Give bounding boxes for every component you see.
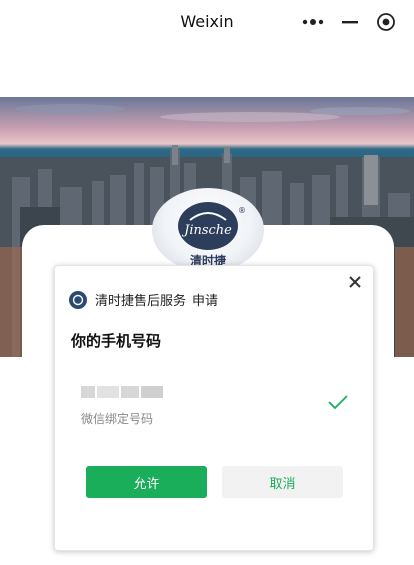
app-logo-icon (69, 290, 87, 309)
brand-logo: Jinsche ® 清时捷 (152, 188, 264, 272)
phone-option[interactable]: 微信绑定号码 (81, 384, 351, 428)
minimize-icon[interactable] (337, 10, 363, 34)
app-name: 清时捷售后服务 (95, 294, 187, 309)
cancel-button[interactable]: 取消 (222, 466, 343, 498)
phone-description: 微信绑定号码 (81, 412, 154, 426)
allow-button[interactable]: 允许 (86, 466, 207, 498)
masked-phone-number (81, 384, 165, 400)
logo-latin-text: Jinsche (181, 223, 232, 238)
checkmark-icon (328, 395, 348, 410)
app-info-row: 清时捷售后服务 申请 (69, 290, 218, 309)
more-icon[interactable] (300, 10, 326, 34)
jinsche-logo-mark: Jinsche (178, 202, 238, 250)
dialog-close-icon[interactable] (345, 272, 365, 292)
app-action-text: 申请 (192, 294, 219, 309)
close-circle-icon[interactable] (373, 10, 399, 34)
title-bar: Weixin (0, 0, 414, 44)
phone-permission-dialog: 清时捷售后服务 申请 你的手机号码 微信绑定号码 允许 取消 (54, 265, 374, 551)
dialog-heading: 你的手机号码 (71, 332, 162, 350)
registered-mark: ® (238, 206, 246, 215)
weixin-window: Weixin Jinsche ® 清时捷 清时捷售后服务 申请 你的手机号码 微… (0, 0, 414, 565)
